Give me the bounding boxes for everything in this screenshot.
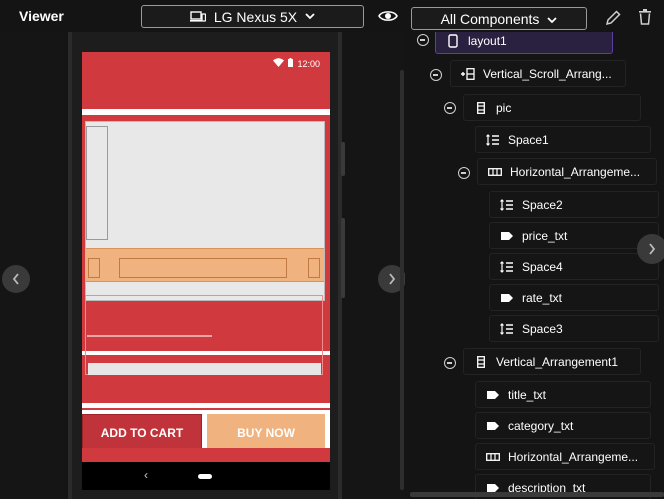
space-icon — [500, 198, 514, 212]
phone-screen: 12:00 ADD TO CART BUY NOW — [82, 52, 330, 462]
tree-item-price-txt[interactable]: price_txt — [489, 222, 659, 249]
title-placeholder-line — [87, 335, 212, 337]
component-tree-panel: layout1 Vertical_Scroll_Arrang... pic Sp… — [405, 32, 664, 499]
components-select[interactable]: All Components — [411, 7, 587, 30]
status-icons: 12:00 — [273, 58, 320, 69]
tree-item-label: title_txt — [508, 387, 547, 402]
chevron-down-icon — [547, 11, 558, 27]
horizontal-arrangement-icon — [486, 450, 500, 464]
phone-bottom-bar — [82, 448, 330, 462]
tree-item-label: Space3 — [522, 321, 563, 336]
app-root: Viewer LG Nexus 5X All Components 12:00 … — [0, 0, 664, 499]
buy-now-button[interactable]: BUY NOW — [207, 414, 325, 452]
tree-item-label: Space4 — [522, 259, 563, 274]
phone-icon — [446, 33, 460, 48]
label-icon — [486, 388, 500, 402]
tree-horizontal-scrollbar[interactable] — [410, 492, 664, 497]
tree-item-horizontal-arrangement[interactable]: Horizontal_Arrangeme... — [477, 158, 657, 185]
tree-item-label: layout1 — [468, 33, 507, 48]
horizontal-arrangement[interactable] — [86, 248, 324, 282]
collapse-icon[interactable] — [444, 357, 456, 369]
tree-item-label: Vertical_Arrangement1 — [496, 354, 619, 369]
top-bar: Viewer LG Nexus 5X All Components — [0, 0, 664, 32]
space-icon — [500, 260, 514, 274]
space-left — [88, 258, 100, 278]
tree-item-space1[interactable]: Space1 — [475, 126, 651, 153]
phone-column-edge-left — [68, 32, 72, 499]
pic-image-placeholder — [86, 126, 108, 240]
status-bar: 12:00 — [82, 52, 330, 109]
pencil-icon[interactable] — [604, 9, 622, 27]
eye-icon[interactable] — [378, 8, 398, 24]
space-icon — [486, 133, 500, 147]
battery-icon — [288, 58, 294, 69]
space-icon — [500, 322, 514, 336]
tree-item-label: Horizontal_Arrangeme... — [510, 164, 641, 179]
tree-item-horizontal-arrangement-2[interactable]: Horizontal_Arrangeme... — [475, 443, 655, 470]
pic-arrangement[interactable] — [85, 121, 325, 301]
device-icon — [189, 10, 206, 23]
horizontal-arrangement-icon — [488, 165, 502, 179]
tree-item-label: pic — [496, 100, 512, 115]
tree-item-label: rate_txt — [522, 290, 563, 305]
tree-item-layout1[interactable]: layout1 — [435, 32, 613, 54]
vertical-arrangement-icon — [474, 101, 488, 115]
tree-item-label: Space1 — [508, 132, 549, 147]
tree-scroll-right-button[interactable] — [637, 234, 664, 264]
back-icon[interactable]: ‹ — [144, 468, 148, 482]
collapse-icon[interactable] — [444, 102, 456, 114]
label-icon — [486, 419, 500, 433]
vertical-scroll-arrangement[interactable] — [82, 115, 330, 410]
chevron-left-icon — [12, 273, 20, 285]
tree-item-label: price_txt — [522, 228, 568, 243]
tree-item-pic[interactable]: pic — [463, 94, 641, 121]
tree-item-vertical-scroll[interactable]: Vertical_Scroll_Arrang... — [450, 60, 626, 87]
tree-item-space4[interactable]: Space4 — [489, 253, 659, 280]
device-select-label: LG Nexus 5X — [213, 8, 298, 25]
tree-item-label: Horizontal_Arrangeme... — [508, 449, 639, 464]
collapse-icon[interactable] — [417, 34, 429, 46]
collapse-icon[interactable] — [430, 69, 442, 81]
tree-item-rate-txt[interactable]: rate_txt — [489, 284, 659, 311]
status-time: 12:00 — [297, 58, 320, 69]
vertical-arrangement-info[interactable] — [85, 295, 323, 375]
price-label-placeholder — [119, 258, 287, 278]
tree-item-label: Vertical_Scroll_Arrang... — [483, 66, 612, 81]
tree-item-vertical-arrangement1[interactable]: Vertical_Arrangement1 — [463, 348, 641, 375]
label-icon — [500, 291, 514, 305]
add-to-cart-button[interactable]: ADD TO CART — [82, 414, 202, 452]
tree-item-label: Space2 — [522, 197, 563, 212]
device-select[interactable]: LG Nexus 5X — [141, 5, 364, 28]
collapse-icon[interactable] — [458, 167, 470, 179]
viewer-scrollbar[interactable] — [400, 70, 404, 490]
vertical-arrangement-icon — [474, 355, 488, 369]
description-placeholder-bar — [88, 363, 321, 375]
side-tab-lower — [341, 218, 345, 298]
tree-item-category-txt[interactable]: category_txt — [475, 412, 651, 439]
chevron-down-icon — [305, 13, 315, 20]
vertical-scroll-icon — [461, 67, 475, 81]
tree-item-space3[interactable]: Space3 — [489, 315, 659, 342]
space-right — [308, 258, 320, 278]
android-nav-bar: ‹ — [82, 462, 330, 490]
viewer-title: Viewer — [19, 8, 64, 24]
tree-item-title-txt[interactable]: title_txt — [475, 381, 651, 408]
chevron-right-icon — [648, 243, 656, 255]
chevron-right-icon — [388, 273, 396, 285]
trash-icon[interactable] — [638, 9, 652, 25]
side-tab-upper — [341, 142, 345, 176]
components-select-label: All Components — [440, 10, 540, 27]
tree-item-space2[interactable]: Space2 — [489, 191, 659, 218]
bottom-divider — [82, 403, 330, 408]
prev-screen-button[interactable] — [2, 265, 30, 293]
label-icon — [500, 229, 514, 243]
tree-item-label: category_txt — [508, 418, 574, 433]
home-icon[interactable] — [198, 474, 212, 479]
wifi-icon — [273, 58, 285, 69]
